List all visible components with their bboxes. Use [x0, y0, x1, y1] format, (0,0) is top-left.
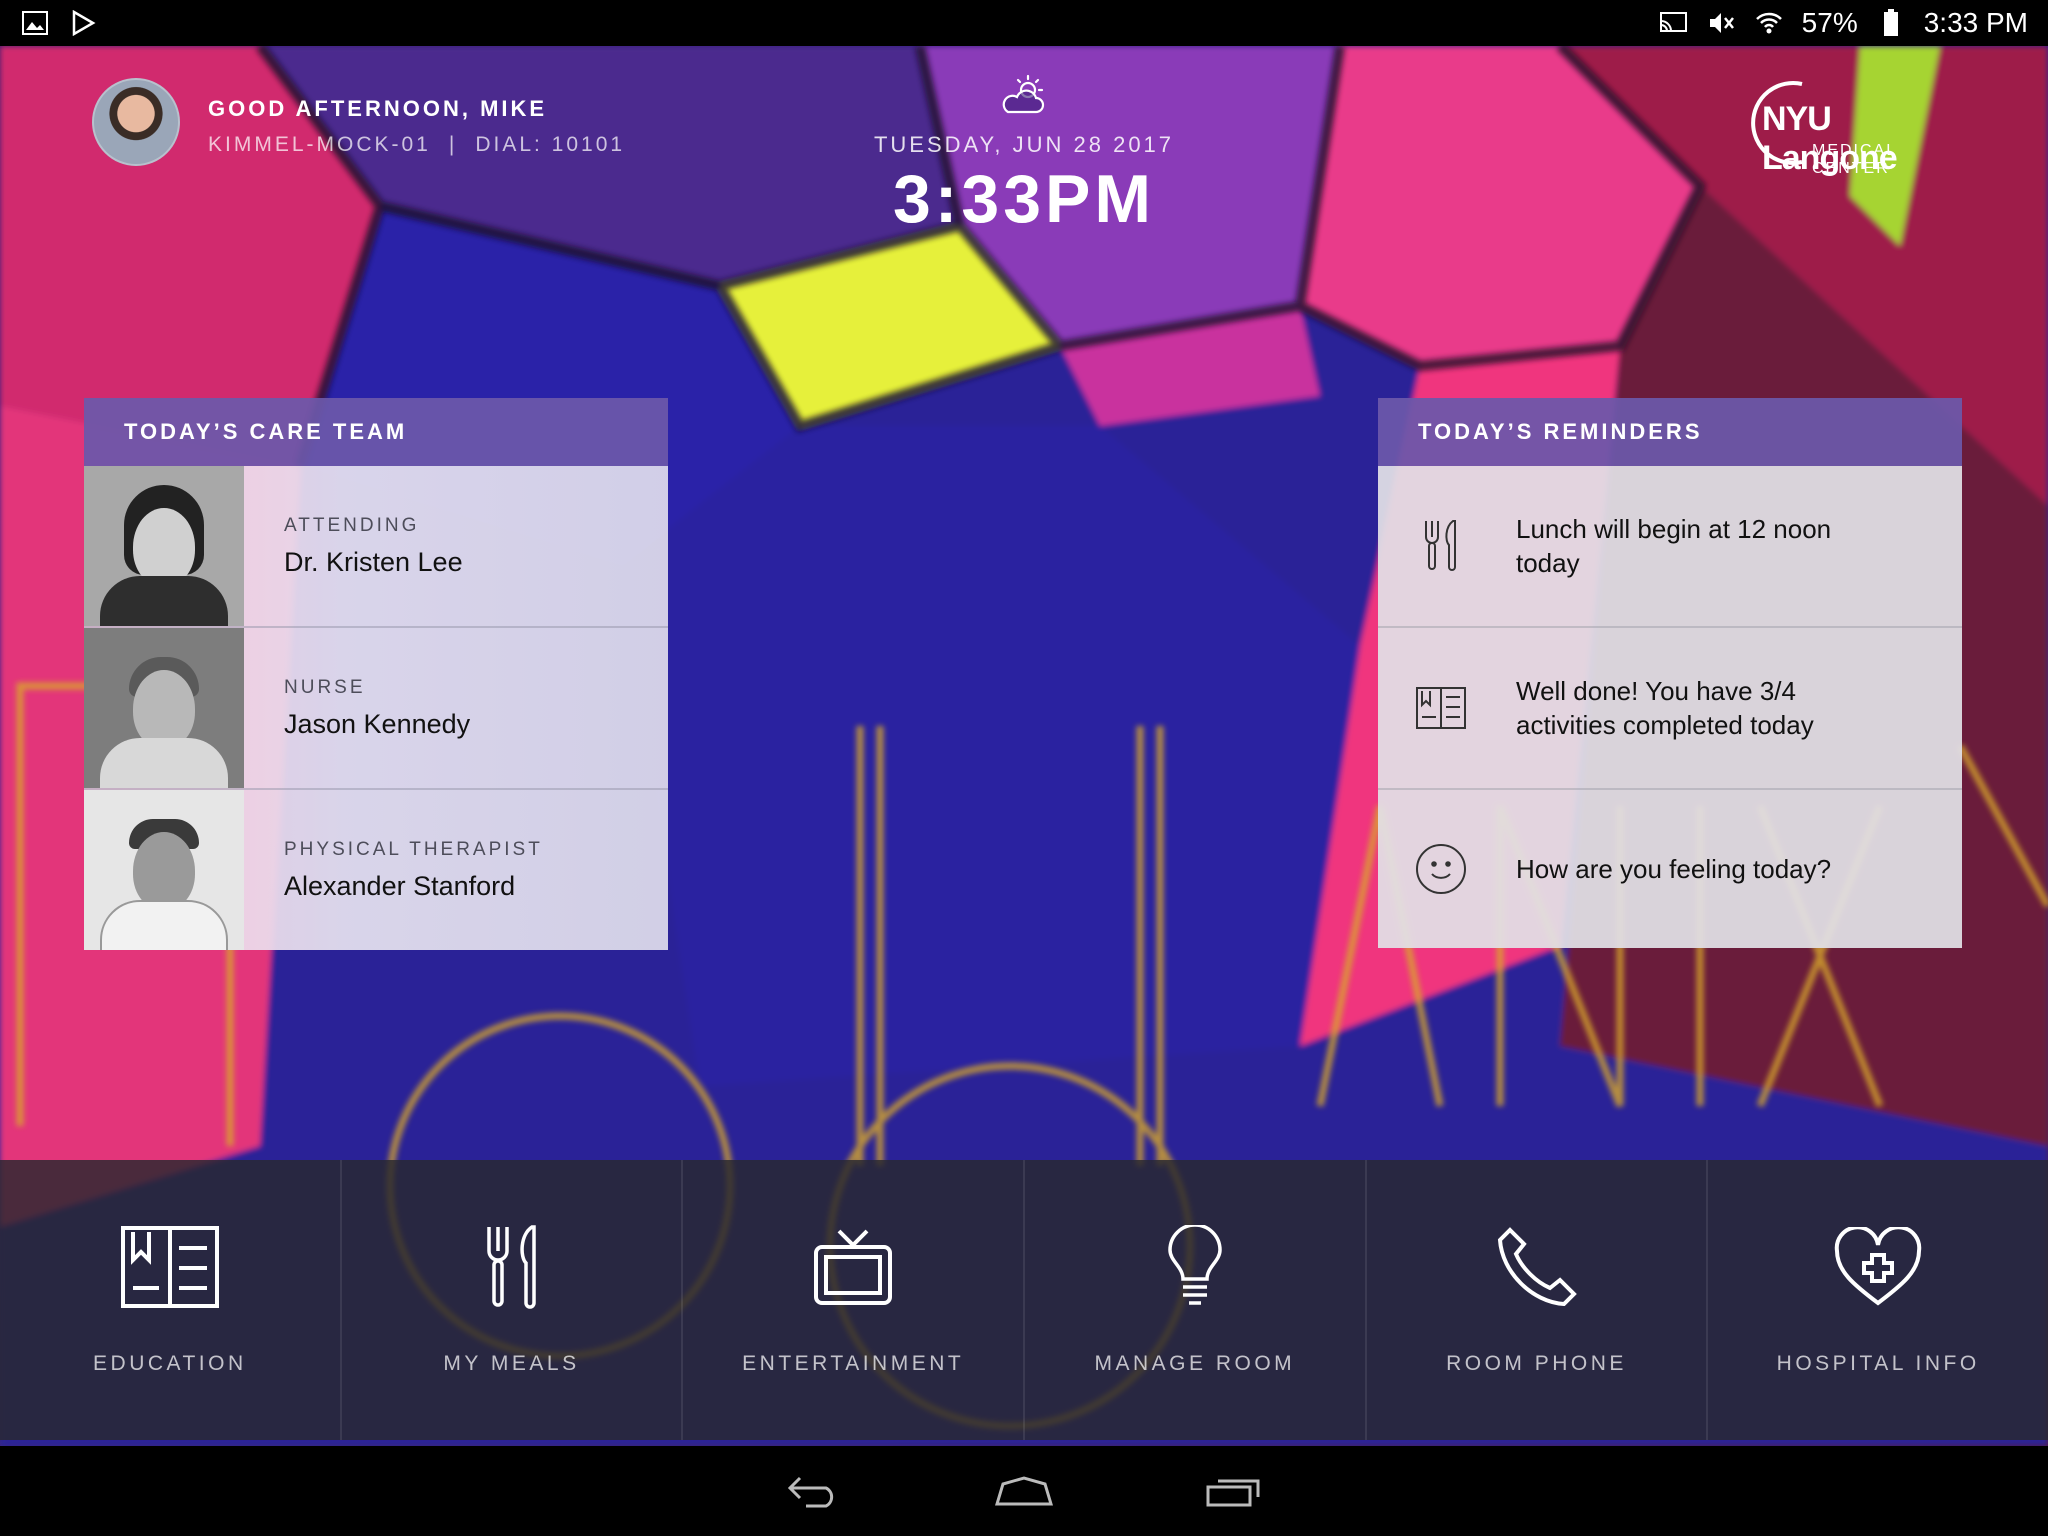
hospital-logo: NYU Langone MEDICAL CENTER — [1742, 74, 1964, 177]
lightbulb-icon — [1145, 1224, 1245, 1310]
nav-label: HOSPITAL INFO — [1776, 1352, 1980, 1375]
smiley-icon — [1414, 842, 1468, 896]
nav-education[interactable]: EDUCATION — [0, 1160, 342, 1440]
nav-manage-room[interactable]: MANAGE ROOM — [1025, 1160, 1367, 1440]
care-team-title: TODAY’S CARE TEAM — [84, 398, 668, 466]
staff-role: PHYSICAL THERAPIST — [284, 838, 543, 860]
heart-plus-icon — [1828, 1224, 1928, 1310]
staff-photo — [84, 790, 244, 950]
main-navigation: EDUCATION MY MEALS ENTERTAINMENT MANAGE … — [0, 1160, 2048, 1440]
nav-label: ENTERTAINMENT — [742, 1352, 965, 1375]
nav-label: MY MEALS — [443, 1352, 580, 1375]
reminder-item[interactable]: How are you feeling today? — [1378, 790, 1962, 948]
current-date: TUESDAY, JUN 28 2017 — [873, 132, 1175, 157]
reminder-text: How are you feeling today? — [1516, 854, 1832, 884]
battery-percent: 57% — [1801, 7, 1858, 38]
partly-cloudy-icon — [998, 74, 1050, 118]
logo-sub-text: MEDICAL CENTER — [1812, 142, 1897, 177]
care-team-member[interactable]: ATTENDING Dr. Kristen Lee — [84, 466, 668, 628]
staff-photo — [84, 628, 244, 788]
book-icon — [1414, 681, 1468, 735]
mute-icon — [1706, 8, 1736, 38]
care-team-panel: TODAY’S CARE TEAM ATTENDING Dr. Kristen … — [84, 398, 668, 950]
home-icon[interactable] — [994, 1471, 1054, 1511]
greeting-text: GOOD AFTERNOON, MIKE — [208, 96, 548, 121]
staff-role: NURSE — [284, 676, 366, 698]
nav-entertainment[interactable]: ENTERTAINMENT — [683, 1160, 1026, 1440]
staff-name: Alexander Stanford — [284, 870, 516, 901]
phone-icon — [1487, 1224, 1587, 1310]
nav-hospital-info[interactable]: HOSPITAL INFO — [1708, 1160, 2048, 1440]
nav-room-phone[interactable]: ROOM PHONE — [1367, 1160, 1709, 1440]
staff-photo — [84, 466, 244, 626]
image-icon — [20, 8, 50, 38]
wifi-icon — [1754, 8, 1784, 38]
nav-my-meals[interactable]: MY MEALS — [342, 1160, 684, 1440]
reminder-item[interactable]: Well done! You have 3/4 activities compl… — [1378, 628, 1962, 790]
staff-name: Dr. Kristen Lee — [284, 546, 463, 577]
current-time: 3:33PM — [892, 161, 1156, 237]
staff-name: Jason Kennedy — [284, 708, 471, 739]
reminders-panel: TODAY’S REMINDERS Lunch will begin at 12… — [1378, 398, 1962, 948]
reminders-title: TODAY’S REMINDERS — [1378, 398, 1962, 466]
reminder-text: Well done! You have 3/4 activities compl… — [1516, 676, 1814, 740]
cast-icon — [1658, 8, 1688, 38]
fork-knife-icon — [462, 1224, 562, 1310]
status-bar: 57% 3:33 PM — [0, 0, 2048, 46]
status-time: 3:33 PM — [1923, 7, 2028, 38]
staff-role: ATTENDING — [284, 514, 420, 536]
care-team-member[interactable]: PHYSICAL THERAPIST Alexander Stanford — [84, 790, 668, 950]
meal-icon — [1414, 519, 1468, 573]
back-icon[interactable] — [784, 1471, 844, 1511]
nav-label: ROOM PHONE — [1446, 1352, 1627, 1375]
reminder-item[interactable]: Lunch will begin at 12 noon today — [1378, 466, 1962, 628]
nav-label: EDUCATION — [93, 1352, 247, 1375]
book-icon — [120, 1224, 220, 1310]
care-team-member[interactable]: NURSE Jason Kennedy — [84, 628, 668, 790]
recents-icon[interactable] — [1204, 1471, 1264, 1511]
reminder-text: Lunch will begin at 12 noon today — [1516, 514, 1832, 578]
nav-label: MANAGE ROOM — [1094, 1352, 1296, 1375]
battery-icon — [1876, 8, 1906, 38]
tv-icon — [803, 1224, 903, 1310]
system-navigation — [0, 1446, 2048, 1536]
play-store-icon — [68, 8, 98, 38]
